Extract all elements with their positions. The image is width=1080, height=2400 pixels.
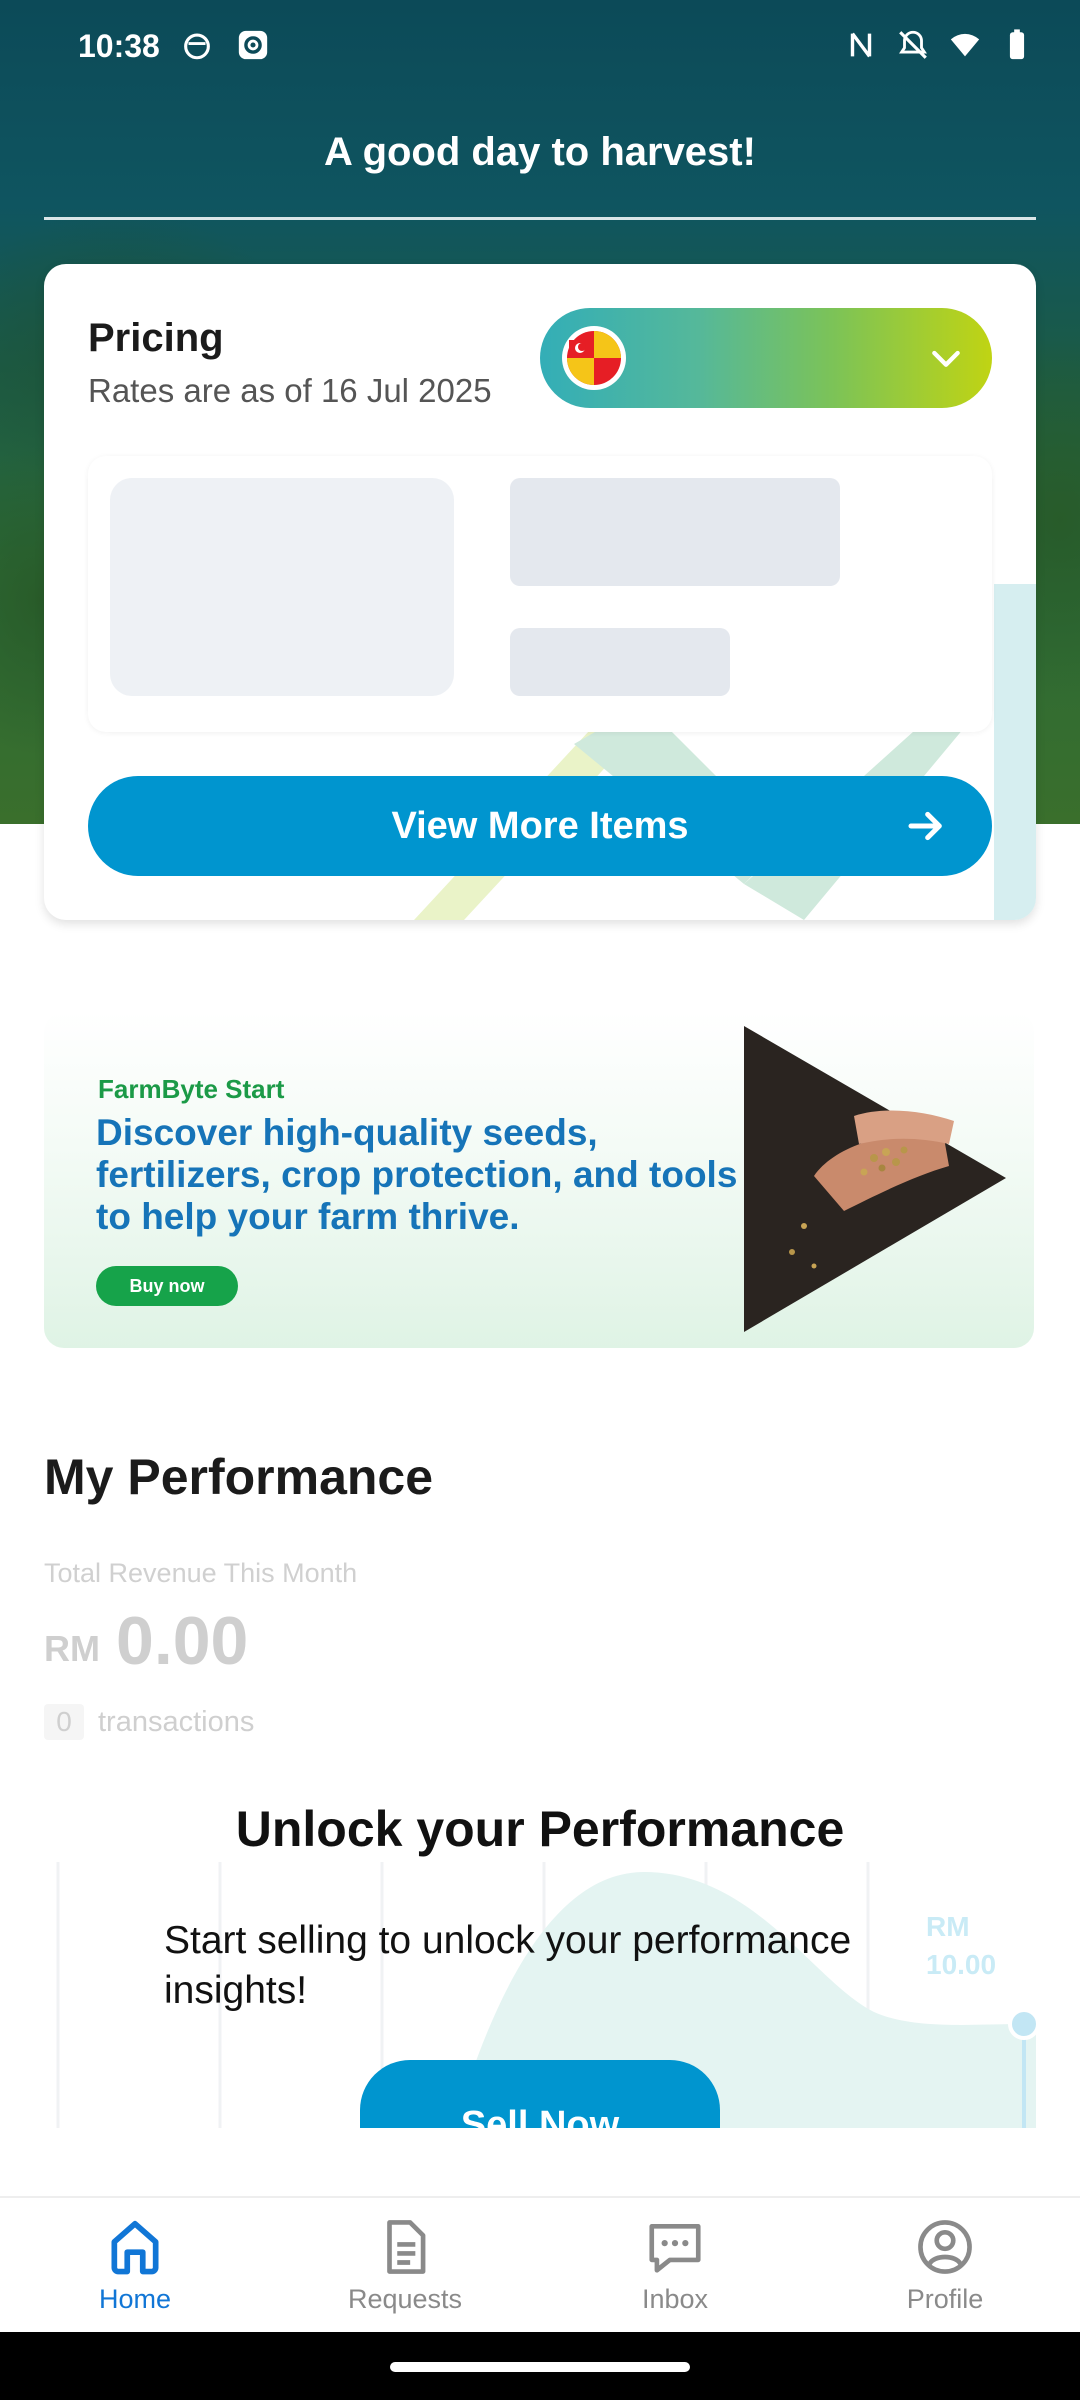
bottom-navigation: Home Requests Inbox Profile <box>0 2196 1080 2332</box>
profile-icon <box>918 2220 972 2274</box>
nav-item-inbox[interactable]: Inbox <box>540 2198 810 2332</box>
transactions-count: 0 <box>44 1704 84 1740</box>
performance-title: My Performance <box>44 1449 434 1505</box>
settings-notification-icon <box>238 30 268 60</box>
promo-banner[interactable]: FarmByte Start Discover high-quality see… <box>44 1012 1034 1348</box>
seeds-image <box>744 1026 1006 1332</box>
pricing-date: Rates are as of 16 Jul 2025 <box>88 372 492 409</box>
price-skeleton <box>88 456 992 732</box>
banner-brand: FarmByte Start <box>98 1074 285 1104</box>
home-icon <box>111 2220 159 2275</box>
home-gesture-handle[interactable] <box>390 2362 690 2372</box>
unlock-subtitle: Start selling to unlock your performance… <box>164 1919 852 2012</box>
skeleton-line <box>510 628 730 696</box>
selangor-flag-icon <box>562 326 626 390</box>
revenue-currency: RM <box>44 1628 100 1669</box>
pricing-title: Pricing <box>88 316 224 360</box>
nav-item-profile[interactable]: Profile <box>810 2198 1080 2332</box>
chart-value-amount: 10.00 <box>926 1949 997 1980</box>
header-divider <box>44 217 1036 220</box>
nav-label-home: Home <box>98 2284 172 2314</box>
sell-now-button[interactable]: Sell Now <box>360 2060 720 2128</box>
nav-label-requests: Requests <box>347 2284 463 2314</box>
buy-now-button[interactable]: Buy now <box>96 1266 238 1306</box>
notification-icon <box>184 33 210 60</box>
nav-label-inbox: Inbox <box>641 2284 709 2314</box>
banner-headline: Discover high-quality seeds, fertilizers… <box>96 1112 738 1237</box>
document-icon <box>387 2220 426 2274</box>
nav-item-home[interactable]: Home <box>0 2198 270 2332</box>
chart-value-currency: RM <box>926 1911 970 1942</box>
unlock-title: Unlock your Performance <box>235 1801 845 1857</box>
greeting-title: A good day to harvest! <box>324 130 756 174</box>
chart-value-label: RM 10.00 <box>926 1908 996 1984</box>
nav-label-profile: Profile <box>906 2284 984 2314</box>
view-more-items-button[interactable]: View More Items <box>88 776 992 876</box>
silent-icon <box>899 30 927 59</box>
view-more-items-label: View More Items <box>391 804 689 847</box>
status-time: 10:38 <box>78 28 160 64</box>
nfc-icon <box>850 32 872 58</box>
chevron-down-icon <box>932 350 960 367</box>
chat-icon <box>649 2224 701 2273</box>
wifi-icon <box>950 33 980 57</box>
arrow-right-icon <box>908 811 942 841</box>
battery-icon <box>1009 29 1025 60</box>
status-bar: 10:38 <box>0 0 1080 96</box>
skeleton-line <box>510 478 840 586</box>
sell-now-label: Sell Now <box>460 2104 620 2128</box>
skeleton-image <box>110 478 454 696</box>
region-selector[interactable] <box>540 308 992 408</box>
transactions-label: transactions <box>98 1706 255 1738</box>
revenue-label: Total Revenue This Month <box>44 1558 358 1588</box>
revenue-amount: 0.00 <box>116 1603 249 1679</box>
nav-item-requests[interactable]: Requests <box>270 2198 540 2332</box>
pricing-card: Pricing Rates are as of 16 Jul 2025 View… <box>44 264 1036 920</box>
